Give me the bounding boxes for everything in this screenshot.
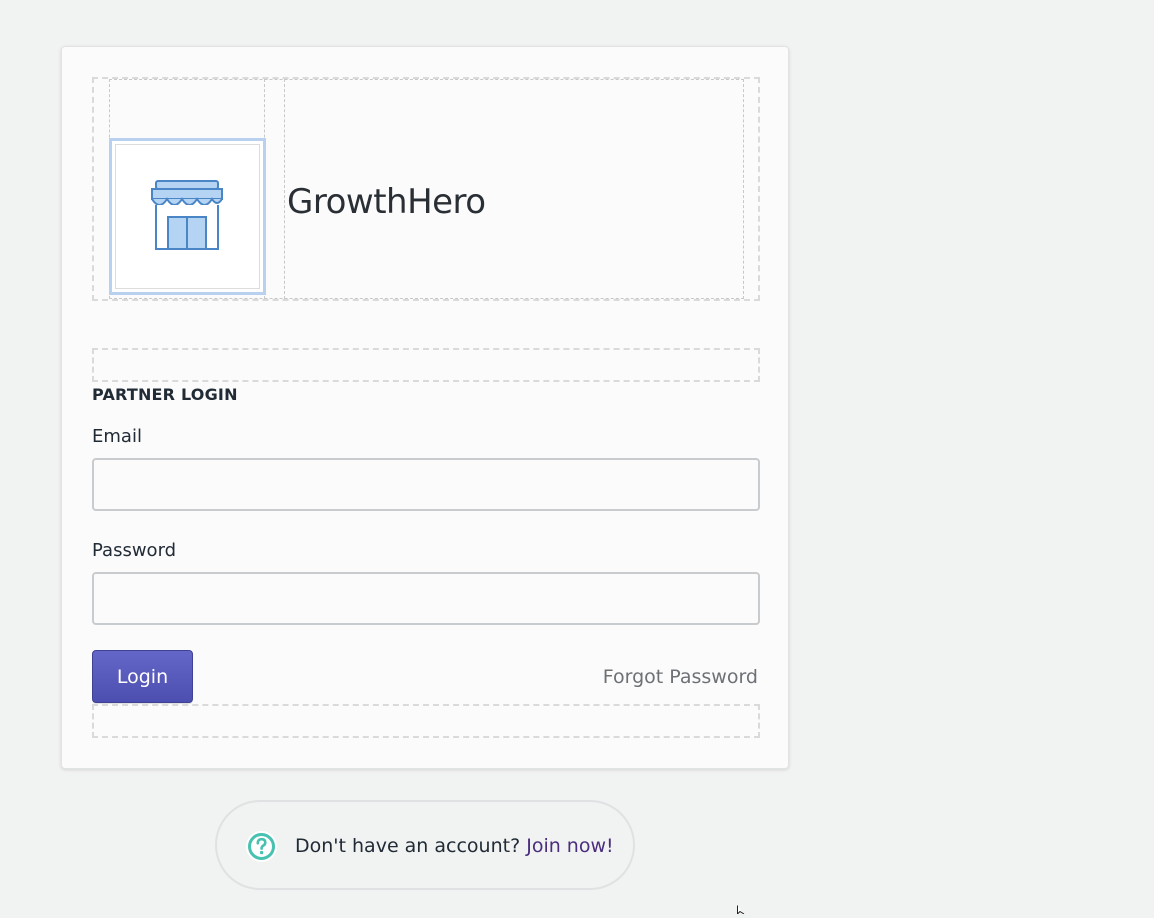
header-column-divider <box>284 79 285 299</box>
email-field[interactable] <box>92 458 760 511</box>
store-logo[interactable] <box>109 138 266 295</box>
login-card: GrowthHero PARTNER LOGIN Email Password … <box>61 46 789 769</box>
join-now-link[interactable]: Join now! <box>526 835 613 857</box>
signup-prompt: Don't have an account? Join now! <box>295 835 614 857</box>
password-label: Password <box>92 540 177 561</box>
help-circle-icon <box>246 831 277 862</box>
mouse-cursor-icon <box>737 899 747 918</box>
email-label: Email <box>92 426 142 447</box>
empty-content-slot <box>92 704 760 738</box>
logo-image-frame <box>115 144 260 289</box>
signup-banner: Don't have an account? Join now! <box>215 800 635 890</box>
forgot-password-link[interactable]: Forgot Password <box>603 666 758 688</box>
login-button[interactable]: Login <box>92 650 193 703</box>
section-title: PARTNER LOGIN <box>92 385 238 404</box>
signup-prompt-text: Don't have an account? <box>295 835 521 857</box>
empty-content-slot <box>92 348 760 382</box>
password-field[interactable] <box>92 572 760 625</box>
header-section: GrowthHero <box>92 77 760 301</box>
storefront-icon <box>150 179 226 255</box>
brand-name: GrowthHero <box>287 182 486 222</box>
